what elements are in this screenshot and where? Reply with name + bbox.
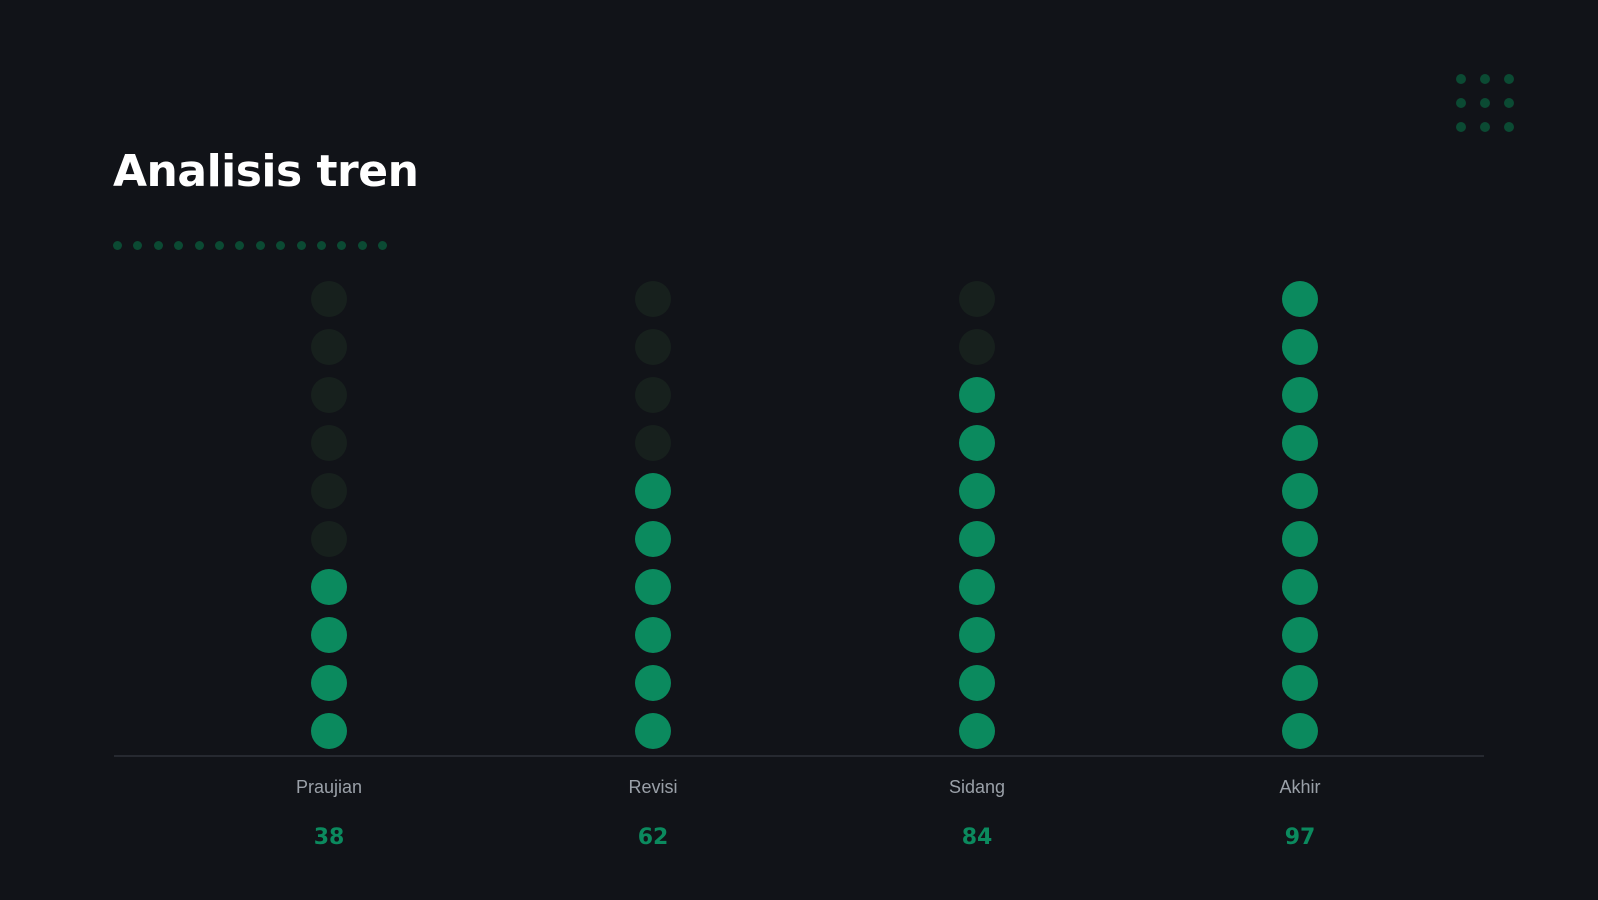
empty-dot (311, 377, 347, 413)
filled-dot (635, 665, 671, 701)
filled-dot (311, 665, 347, 701)
filled-dot (635, 473, 671, 509)
value-label: 62 (638, 825, 669, 850)
category-label: Akhir (1279, 777, 1320, 797)
dot-column-chart: Praujian 38 Revisi 62 Sidang 84 Akhir 97 (114, 281, 1484, 850)
filled-dot (959, 713, 995, 749)
empty-dot (311, 425, 347, 461)
empty-dot (311, 329, 347, 365)
filled-dot (1282, 665, 1318, 701)
filled-dot (1282, 473, 1318, 509)
filled-dot (1282, 617, 1318, 653)
filled-dot (959, 569, 995, 605)
category-label: Sidang (949, 777, 1005, 797)
value-label: 38 (314, 825, 345, 850)
filled-dot (635, 617, 671, 653)
value-label: 97 (1285, 825, 1316, 850)
filled-dot (959, 473, 995, 509)
empty-dot (959, 281, 995, 317)
empty-dot (311, 473, 347, 509)
empty-dot (959, 329, 995, 365)
filled-dot (1282, 713, 1318, 749)
value-label: 84 (962, 825, 993, 850)
filled-dot (959, 521, 995, 557)
filled-dot (1282, 377, 1318, 413)
empty-dot (635, 425, 671, 461)
filled-dot (1282, 329, 1318, 365)
filled-dot (959, 617, 995, 653)
empty-dot (635, 281, 671, 317)
empty-dot (635, 377, 671, 413)
filled-dot (311, 569, 347, 605)
filled-dot (959, 665, 995, 701)
filled-dot (1282, 521, 1318, 557)
filled-dot (311, 713, 347, 749)
filled-dot (959, 377, 995, 413)
filled-dot (1282, 281, 1318, 317)
category-label: Praujian (296, 777, 362, 797)
filled-dot (635, 569, 671, 605)
filled-dot (1282, 425, 1318, 461)
filled-dot (1282, 569, 1318, 605)
filled-dot (635, 713, 671, 749)
empty-dot (311, 521, 347, 557)
filled-dot (635, 521, 671, 557)
empty-dot (635, 329, 671, 365)
filled-dot (959, 425, 995, 461)
filled-dot (311, 617, 347, 653)
empty-dot (311, 281, 347, 317)
category-label: Revisi (628, 777, 677, 797)
